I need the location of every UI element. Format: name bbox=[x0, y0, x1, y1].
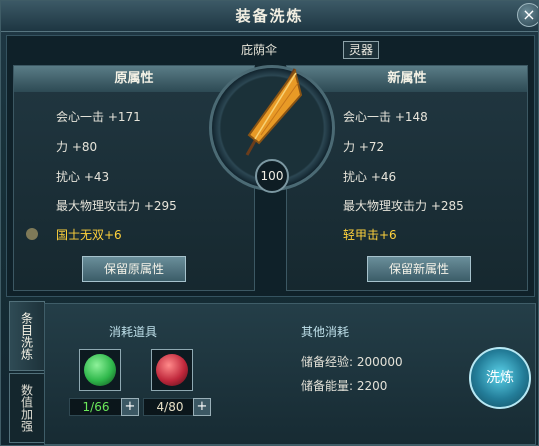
new-heading: 新属性 bbox=[287, 66, 527, 92]
attr-line: 力 +80 bbox=[56, 140, 98, 154]
attr-line: 力 +72 bbox=[343, 140, 385, 154]
close-icon[interactable]: × bbox=[517, 3, 538, 27]
green-count: 1/66 bbox=[69, 398, 123, 416]
special-attr: 国士无双+6 bbox=[56, 228, 122, 242]
reserve-energy: 储备能量: 2200 bbox=[301, 379, 388, 393]
special-attr: 轻甲击+6 bbox=[343, 228, 397, 242]
red-stone-icon bbox=[156, 354, 188, 386]
window-title: 装备洗炼 bbox=[235, 7, 304, 25]
attr-line: 会心一击 +171 bbox=[56, 110, 141, 124]
original-heading: 原属性 bbox=[14, 66, 254, 92]
item-tag: 灵器 bbox=[343, 41, 379, 59]
other-cost-heading: 其他消耗 bbox=[301, 325, 350, 339]
consume-slot-green[interactable] bbox=[79, 349, 121, 391]
red-count: 4/80 bbox=[143, 398, 197, 416]
add-red-button[interactable]: + bbox=[193, 398, 211, 416]
item-name: 庇荫伞 bbox=[241, 43, 278, 57]
lock-icon[interactable] bbox=[26, 228, 38, 240]
add-green-button[interactable]: + bbox=[121, 398, 139, 416]
attr-line: 最大物理攻击力 +295 bbox=[56, 199, 177, 213]
keep-original-button[interactable]: 保留原属性 bbox=[82, 256, 186, 282]
refine-button[interactable]: 洗炼 bbox=[469, 347, 531, 409]
consume-heading: 消耗道具 bbox=[109, 325, 158, 339]
attr-line: 最大物理攻击力 +285 bbox=[343, 199, 464, 213]
attr-line: 扰心 +46 bbox=[343, 170, 397, 184]
attr-line: 扰心 +43 bbox=[56, 170, 110, 184]
title-bar[interactable]: 装备洗炼 bbox=[1, 1, 538, 32]
keep-new-button[interactable]: 保留新属性 bbox=[367, 256, 471, 282]
green-stone-icon bbox=[84, 354, 116, 386]
tab-value-enhance[interactable]: 数值加强 bbox=[9, 373, 45, 443]
refine-window: 装备洗炼 × 庇荫伞 灵器 原属性 会心一击 +171 力 +80 扰心 +43… bbox=[0, 0, 539, 446]
umbrella-icon bbox=[245, 68, 303, 156]
item-level-badge: 100 bbox=[255, 159, 289, 193]
consume-slot-red[interactable] bbox=[151, 349, 193, 391]
tab-entry-refine[interactable]: 条目洗炼 bbox=[9, 301, 45, 371]
side-tabs: 条目洗炼 数值加强 bbox=[6, 299, 45, 443]
reserve-exp: 储备经验: 200000 bbox=[301, 355, 403, 369]
attr-line: 会心一击 +148 bbox=[343, 110, 428, 124]
